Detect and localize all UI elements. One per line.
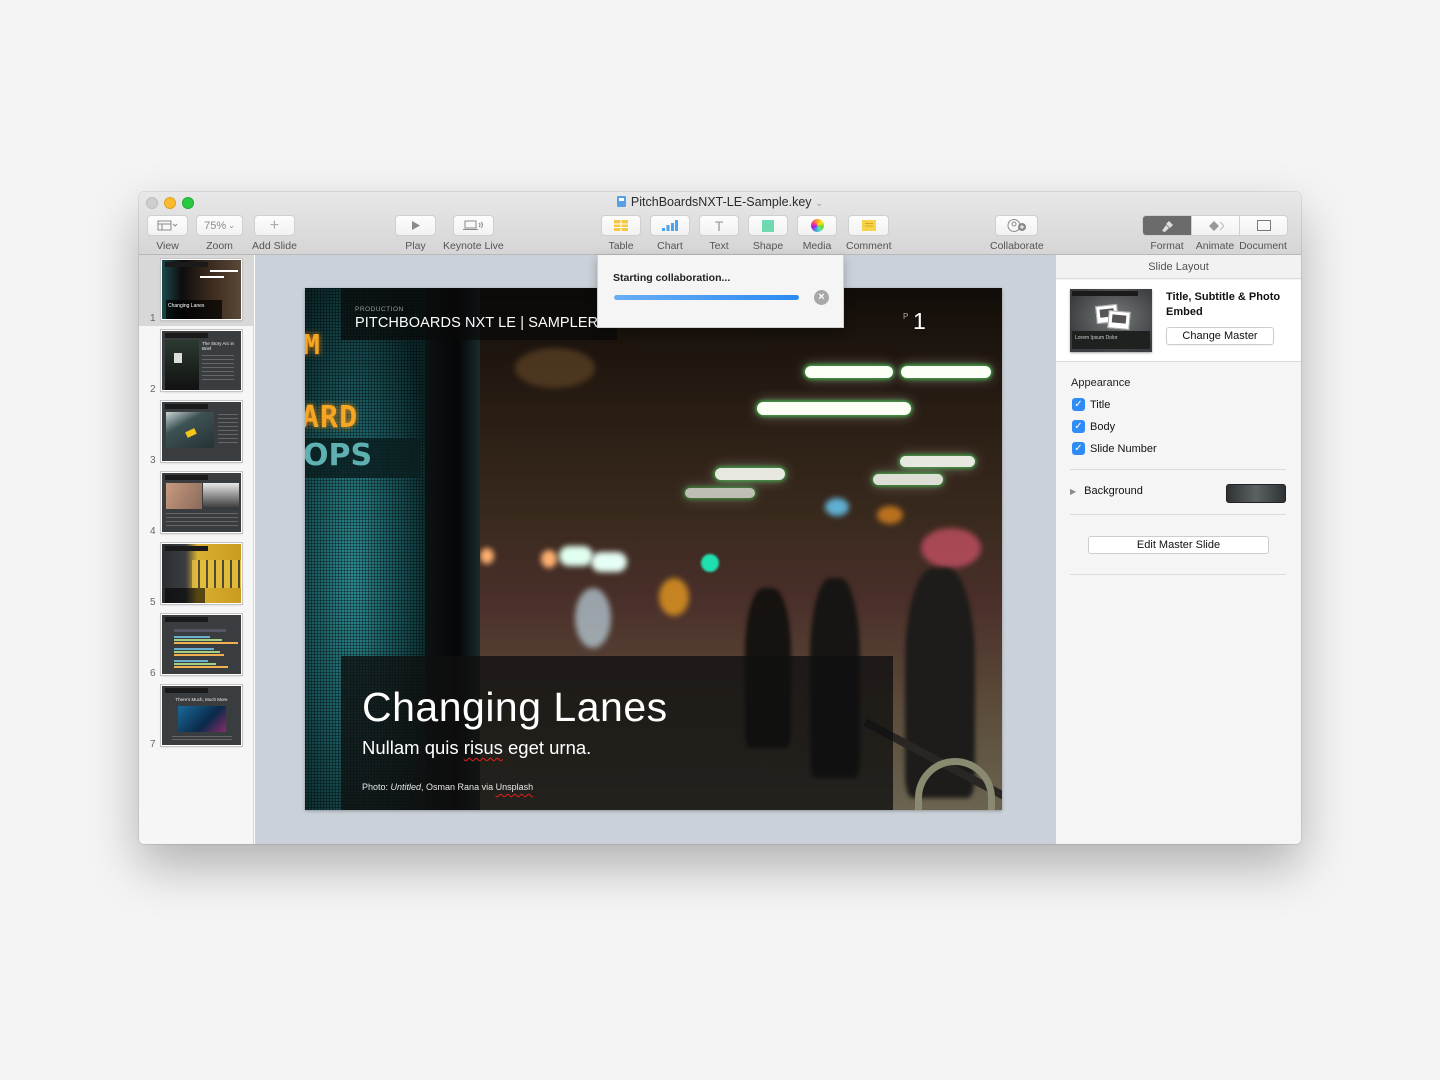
slide-number-checkbox[interactable]: ✓ Slide Number (1072, 442, 1157, 455)
edit-master-slide-button[interactable]: Edit Master Slide (1088, 536, 1269, 554)
add-slide-button[interactable]: + Add Slide (252, 215, 297, 252)
shape-icon (762, 219, 774, 232)
body-checkbox[interactable]: ✓ Body (1072, 420, 1115, 433)
format-tab[interactable] (1143, 216, 1191, 235)
view-button[interactable]: View (147, 215, 188, 252)
document-title[interactable]: PitchBoardsNXT-LE-Sample.key ⌄ (139, 195, 1301, 209)
progress-fill (614, 295, 799, 300)
media-button[interactable]: Media (797, 215, 837, 252)
chart-button[interactable]: Chart (650, 215, 690, 252)
slide-navigator: Changing Lanes 1 The Story Arc in Brief … (139, 255, 254, 844)
inspector-header: Slide Layout (1056, 255, 1301, 279)
checkmark-icon[interactable]: ✓ (1072, 398, 1085, 411)
appearance-heading: Appearance (1071, 377, 1131, 389)
slide-thumbnail-7[interactable]: There's Much, Much More 7 (139, 681, 253, 752)
keynote-file-icon (616, 196, 626, 207)
slide-thumbnail-2[interactable]: The Story Arc in Brief 2 (139, 326, 253, 397)
checkmark-icon[interactable]: ✓ (1072, 442, 1085, 455)
master-thumbnail[interactable]: Lorem Ipsum Dolor (1070, 289, 1152, 352)
chevron-down-icon: ⌄ (228, 221, 235, 230)
keynote-window: PitchBoardsNXT-LE-Sample.key ⌄ View 75% ⌄ … (139, 192, 1301, 844)
animate-tab[interactable] (1191, 216, 1239, 235)
background-disclosure[interactable]: ▶ Background (1070, 485, 1143, 497)
slide-thumbnail-5[interactable]: 5 (139, 539, 253, 610)
document-icon (1256, 220, 1271, 231)
collaborate-button[interactable]: Collaborate (990, 215, 1044, 252)
layout-name: Title, Subtitle & Photo Embed (1166, 291, 1281, 318)
title-checkbox[interactable]: ✓ Title (1072, 398, 1110, 411)
change-master-button[interactable]: Change Master (1166, 327, 1274, 345)
text-icon: T (714, 217, 724, 234)
slide-layout-section: Lorem Ipsum Dolor Title, Subtitle & Phot… (1056, 280, 1301, 362)
sidebar-view-icon (157, 220, 177, 231)
inspector-tabs: Format Animate Document (1142, 215, 1288, 252)
shape-button[interactable]: Shape (748, 215, 788, 252)
keynote-live-icon (463, 220, 484, 230)
comment-button[interactable]: Comment (846, 215, 892, 252)
table-icon (614, 220, 628, 231)
background-color-well[interactable] (1226, 484, 1286, 503)
chart-icon (662, 220, 678, 231)
slide-thumbnail-3[interactable]: 3 (139, 397, 253, 468)
close-icon: × (818, 291, 825, 303)
chevron-down-icon: ⌄ (815, 198, 824, 208)
checkmark-icon[interactable]: ✓ (1072, 420, 1085, 433)
document-tab[interactable] (1239, 216, 1287, 235)
photos-icon (810, 219, 824, 232)
slide-thumbnail-6[interactable]: 6 (139, 610, 253, 681)
paintbrush-icon (1161, 220, 1173, 232)
slide-subtitle[interactable]: Nullam quis risus eget urna. (362, 737, 591, 759)
toolbar: PitchBoardsNXT-LE-Sample.key ⌄ View 75% ⌄ … (139, 192, 1301, 255)
zoom-select[interactable]: 75% ⌄ Zoom (196, 215, 243, 252)
plus-icon: + (269, 216, 280, 234)
slide-header[interactable]: PITCHBOARDS NXT LE | SAMPLER (355, 315, 598, 331)
text-button[interactable]: T Text (699, 215, 739, 252)
slide-canvas: M ARD OPS PRODUCTION PITCHBOARDS NXT LE … (255, 255, 1055, 844)
collaboration-popover: Starting collaboration... × (597, 255, 844, 328)
slide-thumbnail-4[interactable]: 4 (139, 468, 253, 539)
cancel-collaboration-button[interactable]: × (814, 290, 829, 305)
keynote-live-button[interactable]: Keynote Live (443, 215, 504, 252)
slide-title[interactable]: Changing Lanes (362, 684, 668, 731)
play-button[interactable]: Play (395, 215, 436, 252)
format-inspector: Slide Layout Lorem Ipsum Dolor Title, Su… (1055, 255, 1301, 844)
comment-icon (861, 220, 876, 231)
collaboration-status: Starting collaboration... (613, 272, 731, 284)
disclosure-triangle-icon: ▶ (1070, 486, 1077, 496)
collaboration-progress-bar (614, 295, 799, 300)
slide-thumbnail-1[interactable]: Changing Lanes 1 (139, 255, 253, 326)
animate-icon (1208, 220, 1224, 231)
collaborate-icon (1007, 219, 1026, 232)
photo-credit[interactable]: Photo: Untitled, Osman Rana via Unsplash (362, 782, 533, 792)
slide-1[interactable]: M ARD OPS PRODUCTION PITCHBOARDS NXT LE … (305, 288, 1002, 810)
play-icon (411, 221, 420, 230)
slide-number[interactable]: 1 (913, 308, 926, 335)
table-button[interactable]: Table (601, 215, 641, 252)
